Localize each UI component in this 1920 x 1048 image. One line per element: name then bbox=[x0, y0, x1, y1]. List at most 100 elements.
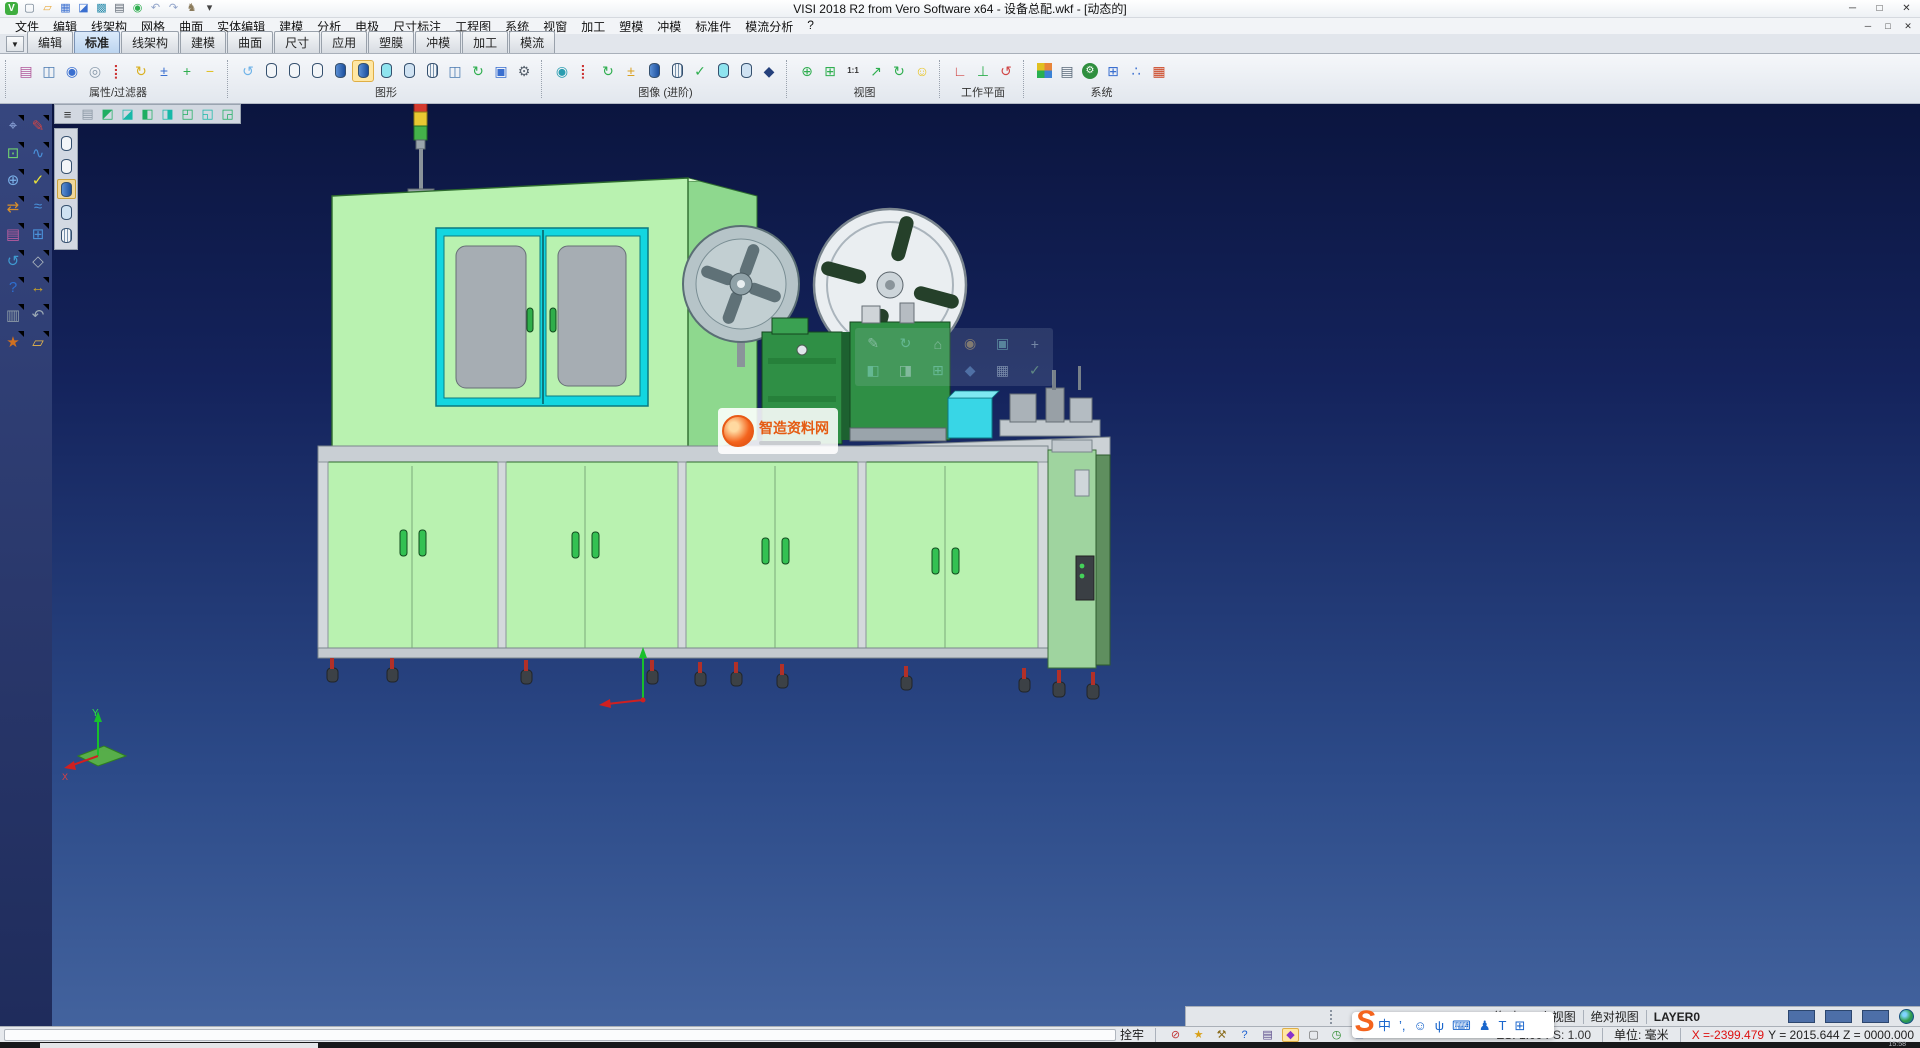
delete-edit-tool[interactable]: ✎ bbox=[27, 114, 50, 137]
spline-tool[interactable]: ≈ bbox=[27, 195, 50, 218]
show-all-icon[interactable]: + bbox=[176, 60, 198, 82]
taskbar-window-button[interactable] bbox=[40, 1043, 318, 1048]
solid-hatch-icon[interactable] bbox=[666, 60, 688, 82]
open-file-icon[interactable]: ▱ bbox=[40, 1, 55, 16]
hidden-line-dashed-icon[interactable] bbox=[306, 60, 328, 82]
tab-die[interactable]: 冲模 bbox=[415, 31, 461, 53]
advanced-filter-icon[interactable]: ⡇ bbox=[574, 60, 596, 82]
active-layer-label[interactable]: LAYER0 bbox=[1654, 1010, 1700, 1024]
tab-edit[interactable]: 编辑 bbox=[27, 31, 73, 53]
render-settings-icon[interactable]: ⚙ bbox=[513, 60, 535, 82]
workplane-align-icon[interactable]: ⊥ bbox=[972, 60, 994, 82]
quick-access-dropdown-icon[interactable]: ▾ bbox=[202, 1, 217, 16]
render-flat-icon[interactable] bbox=[57, 202, 76, 222]
save-icon[interactable]: ▦ bbox=[58, 1, 73, 16]
flat-view-icon[interactable] bbox=[398, 60, 420, 82]
undo-tool[interactable]: ↶ bbox=[27, 303, 50, 326]
undo-icon[interactable]: ↶ bbox=[148, 1, 163, 16]
refresh-tool[interactable]: ↺ bbox=[2, 249, 25, 272]
ghost-home-icon[interactable]: ⌂ bbox=[922, 330, 954, 357]
layer-color-bar[interactable] bbox=[1862, 1010, 1889, 1023]
hidden-line-view-icon[interactable] bbox=[283, 60, 305, 82]
status-forbid-icon[interactable]: ⊘ bbox=[1167, 1028, 1184, 1042]
delete-trash-tool[interactable]: ▥ bbox=[2, 303, 25, 326]
ghost-diamond-icon[interactable]: ◆ bbox=[954, 357, 986, 384]
lock-toggle[interactable]: 拴牢 bbox=[1120, 1026, 1144, 1043]
display-attributes-icon[interactable]: ▤ bbox=[15, 60, 37, 82]
absolute-view-label[interactable]: 绝对视图 bbox=[1591, 1008, 1639, 1025]
print-icon[interactable]: ▤ bbox=[112, 1, 127, 16]
solid-verify-icon[interactable]: ✓ bbox=[689, 60, 711, 82]
view-axon-icon[interactable]: ◲ bbox=[218, 106, 237, 122]
grid-plane-icon[interactable]: ▦ bbox=[1148, 60, 1170, 82]
ime-account-icon[interactable]: ♟ bbox=[1479, 1019, 1491, 1032]
tab-wireframe[interactable]: 线架构 bbox=[121, 31, 179, 53]
help-tool[interactable]: ? bbox=[2, 276, 25, 299]
ime-voice-icon[interactable]: ψ bbox=[1435, 1019, 1444, 1032]
mdi-close-button[interactable]: ✕ bbox=[1898, 20, 1918, 33]
new-file-icon[interactable]: ▢ bbox=[22, 1, 37, 16]
world-view-icon[interactable] bbox=[1899, 1009, 1914, 1024]
point-select-icon[interactable]: ∴ bbox=[1125, 60, 1147, 82]
advanced-view-icon[interactable]: ◉ bbox=[551, 60, 573, 82]
multi-shade-icon[interactable]: ◫ bbox=[444, 60, 466, 82]
ghost-target-icon[interactable]: ◉ bbox=[954, 330, 986, 357]
toggle-visibility-icon[interactable]: ± bbox=[153, 60, 175, 82]
workplane-xy-icon[interactable]: ∟ bbox=[949, 60, 971, 82]
validate-tool[interactable]: ✓ bbox=[27, 168, 50, 191]
menu-flow-analysis[interactable]: 模流分析 bbox=[738, 18, 800, 35]
tab-dimension[interactable]: 尺寸 bbox=[274, 31, 320, 53]
viewbar-menu-icon[interactable]: ≡ bbox=[58, 106, 77, 122]
render-hatch-icon[interactable] bbox=[57, 225, 76, 245]
minimize-button[interactable]: ─ bbox=[1839, 1, 1866, 17]
actual-size-icon[interactable]: 1:1 bbox=[842, 60, 864, 82]
refresh-visibility-icon[interactable]: ↻ bbox=[130, 60, 152, 82]
redo-icon[interactable]: ↷ bbox=[166, 1, 181, 16]
mdi-minimize-button[interactable]: ─ bbox=[1858, 20, 1878, 33]
shaded-smiley-icon[interactable]: ☺ bbox=[911, 60, 933, 82]
view-front-icon[interactable]: ◧ bbox=[138, 106, 157, 122]
hatched-view-icon[interactable] bbox=[421, 60, 443, 82]
toolbar-drag-handle[interactable] bbox=[1330, 1010, 1334, 1024]
ghost-half2-icon[interactable]: ◨ bbox=[889, 357, 921, 384]
ghost-check-icon[interactable]: ✓ bbox=[1019, 357, 1051, 384]
zoom-window-tool[interactable]: ⊡ bbox=[2, 141, 25, 164]
visi-logo-icon[interactable]: V bbox=[4, 1, 19, 16]
menu-mould[interactable]: 塑模 bbox=[612, 18, 650, 35]
maximize-button[interactable]: □ bbox=[1866, 1, 1893, 17]
view-back-icon[interactable]: ◰ bbox=[178, 106, 197, 122]
curve-edit-tool[interactable]: ∿ bbox=[27, 141, 50, 164]
zoom-plus-tool[interactable]: ⊕ bbox=[2, 168, 25, 191]
render-shaded-icon[interactable] bbox=[57, 179, 76, 199]
menu-help[interactable]: ? bbox=[800, 18, 821, 35]
zoom-dynamic-tool[interactable]: ⌖ bbox=[2, 114, 25, 137]
tab-flow[interactable]: 模流 bbox=[509, 31, 555, 53]
mdi-restore-button[interactable]: □ bbox=[1878, 20, 1898, 33]
layer-color-bar[interactable] bbox=[1825, 1010, 1852, 1023]
tab-standard[interactable]: 标准 bbox=[74, 31, 120, 53]
zoom-extents-icon[interactable]: ⊞ bbox=[819, 60, 841, 82]
view-left-icon[interactable]: ◱ bbox=[198, 106, 217, 122]
ghost-half1-icon[interactable]: ◧ bbox=[857, 357, 889, 384]
translucent-view-icon[interactable] bbox=[375, 60, 397, 82]
ghost-rotate-icon[interactable]: ↻ bbox=[889, 330, 921, 357]
solid-shade-icon[interactable] bbox=[643, 60, 665, 82]
print-preview-icon[interactable]: ◉ bbox=[130, 1, 145, 16]
tab-surface[interactable]: 曲面 bbox=[227, 31, 273, 53]
machine-model[interactable] bbox=[300, 104, 1130, 796]
tab-mould[interactable]: 塑膜 bbox=[368, 31, 414, 53]
advanced-refresh-icon[interactable]: ↻ bbox=[597, 60, 619, 82]
filter-traffic-light-icon[interactable]: ⡇ bbox=[107, 60, 129, 82]
tab-application[interactable]: 应用 bbox=[321, 31, 367, 53]
view-iso-icon[interactable]: ◩ bbox=[98, 106, 117, 122]
tab-modeling[interactable]: 建模 bbox=[180, 31, 226, 53]
menu-die[interactable]: 冲模 bbox=[650, 18, 688, 35]
ghost-pan-icon[interactable]: ✎ bbox=[857, 330, 889, 357]
status-pick-icon[interactable]: ★ bbox=[1190, 1028, 1207, 1042]
window-config-icon[interactable]: ⊞ bbox=[1102, 60, 1124, 82]
measure-tool[interactable]: ↔ bbox=[27, 276, 50, 299]
dark-cube-icon[interactable]: ◆ bbox=[758, 60, 780, 82]
advanced-toggle-icon[interactable]: ± bbox=[620, 60, 642, 82]
refresh-wireframe-icon[interactable]: ↺ bbox=[237, 60, 259, 82]
render-wireframe-icon[interactable] bbox=[57, 133, 76, 153]
